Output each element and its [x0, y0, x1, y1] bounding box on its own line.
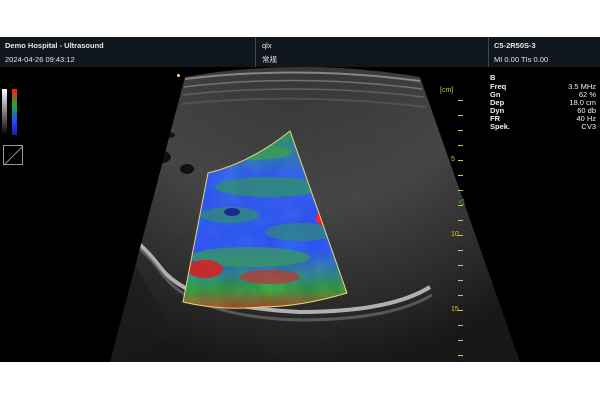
depth-tick: [458, 280, 463, 281]
exam-datetime: 2024-04-26 09:43:12: [5, 55, 75, 64]
patient-id: qlx: [262, 41, 272, 50]
hospital-title: Demo Hospital - Ultrasound: [5, 41, 104, 50]
depth-tick: [458, 355, 463, 356]
depth-label-5: 5: [451, 156, 455, 163]
elastography-colorbar: [2, 89, 18, 135]
orientation-marker: [177, 74, 180, 77]
grayscale-bar: [2, 89, 7, 135]
depth-tick: [458, 145, 463, 146]
depth-tick: [458, 130, 463, 131]
exam-preset: 常规: [262, 55, 277, 64]
depth-scale: [cm] 5 10 15: [440, 87, 470, 362]
header-divider: [488, 37, 489, 67]
zoom-box-icon[interactable]: [3, 145, 23, 165]
depth-tick: [458, 325, 463, 326]
header-divider: [255, 37, 256, 67]
depth-tick: [458, 160, 463, 161]
param-label: Spek.: [490, 122, 511, 131]
header-bar: Demo Hospital - Ultrasound 2024-04-26 09…: [0, 37, 600, 67]
depth-tick: [458, 115, 463, 116]
param-value: CV3: [581, 122, 596, 131]
color-map-bar: [12, 89, 17, 135]
depth-tick: [458, 340, 463, 341]
probe-name: C5-2R50S-3: [494, 41, 536, 50]
param-row: Spek. CV3: [490, 123, 598, 131]
thermal-mechanical-index: MI 0.00 TIs 0.00: [494, 55, 549, 64]
imaging-parameters: B Freq 3.5 MHz Gn 62 % Dep 18.0 cm Dyn 60 db…: [490, 73, 598, 131]
depth-tick: [458, 220, 463, 221]
depth-tick: [458, 265, 463, 266]
depth-tick: [458, 190, 463, 191]
depth-unit: [cm]: [440, 87, 454, 94]
depth-tick: [458, 250, 463, 251]
depth-tick: [458, 175, 463, 176]
ultrasound-screen: Demo Hospital - Ultrasound 2024-04-26 09…: [0, 37, 600, 362]
depth-tick: [458, 100, 463, 101]
depth-tick: [458, 235, 463, 236]
depth-tick: [458, 295, 463, 296]
depth-tick: [458, 310, 463, 311]
focus-triangle-icon[interactable]: ◁: [458, 197, 464, 206]
